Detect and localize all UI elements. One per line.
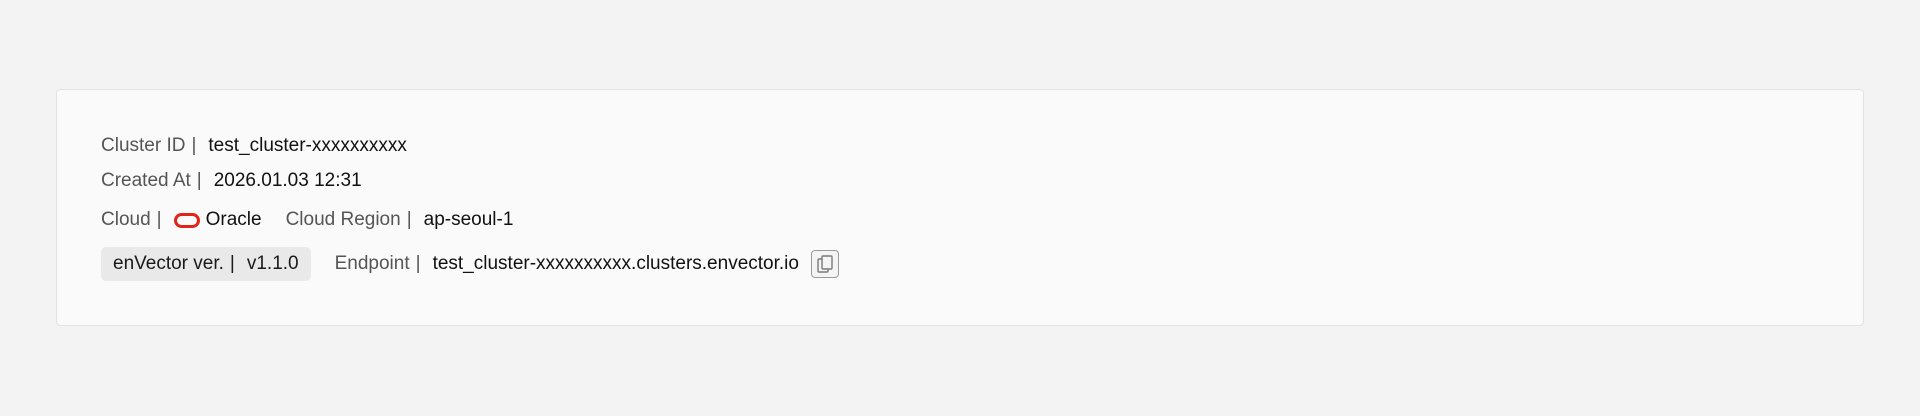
version-value: v1.1.0: [246, 253, 299, 274]
separator: |: [156, 209, 162, 230]
cluster-id-row: Cluster ID | test_cluster-xxxxxxxxxx: [101, 134, 407, 158]
separator: |: [229, 253, 235, 274]
oracle-logo-icon: [173, 212, 200, 228]
cloud-label: Cloud: [101, 209, 151, 230]
cloud-value: Oracle: [205, 209, 262, 230]
separator: |: [196, 170, 202, 191]
copy-endpoint-button[interactable]: [810, 250, 839, 278]
separator: |: [406, 209, 412, 230]
endpoint-label: Endpoint: [334, 253, 410, 274]
cloud-row: Cloud | Oracle Cloud Region | ap-seoul-1: [101, 208, 513, 232]
created-at-row: Created At | 2026.01.03 12:31: [101, 169, 362, 193]
cloud-region-label: Cloud Region: [285, 209, 401, 230]
version-endpoint-row: enVector ver. | v1.1.0 Endpoint | test_c…: [101, 247, 839, 281]
version-label: enVector ver.: [113, 253, 224, 274]
separator: |: [191, 135, 197, 156]
copy-icon: [817, 255, 833, 273]
created-at-value: 2026.01.03 12:31: [213, 170, 362, 191]
version-badge: enVector ver. | v1.1.0: [101, 247, 311, 281]
cluster-id-label: Cluster ID: [101, 135, 186, 156]
cloud-region-value: ap-seoul-1: [423, 209, 514, 230]
cluster-info-card: Cluster ID | test_cluster-xxxxxxxxxx Cre…: [56, 89, 1864, 326]
page: Cluster ID | test_cluster-xxxxxxxxxx Cre…: [0, 0, 1920, 416]
endpoint-value: test_cluster-xxxxxxxxxx.clusters.envecto…: [432, 253, 799, 274]
separator: |: [415, 253, 421, 274]
created-at-label: Created At: [101, 170, 191, 191]
cluster-id-value: test_cluster-xxxxxxxxxx: [208, 135, 407, 156]
